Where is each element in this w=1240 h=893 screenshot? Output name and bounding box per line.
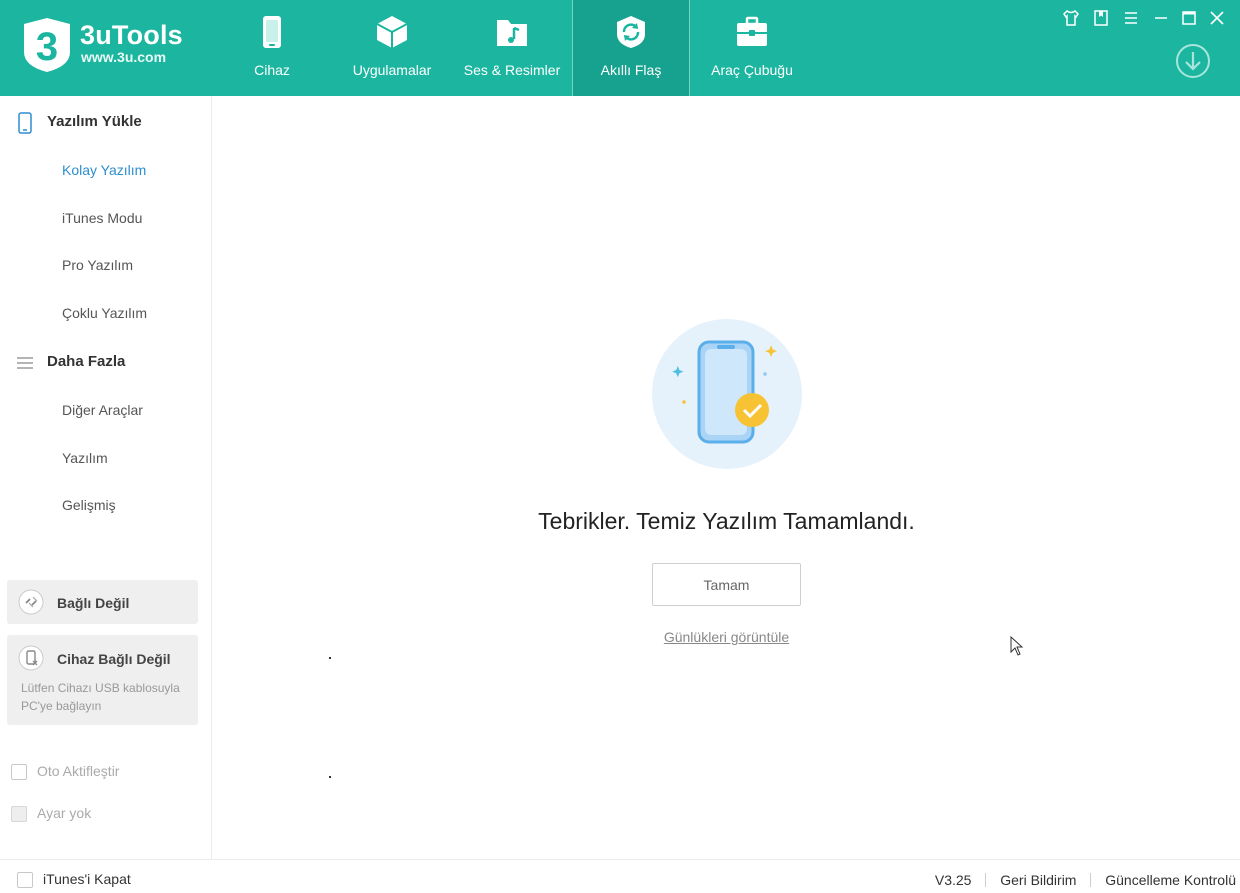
close-icon[interactable]	[1206, 7, 1228, 29]
version-text: V3.25	[934, 872, 972, 888]
device-status-card: Cihaz Bağlı Değil Lütfen Cihazı USB kabl…	[7, 635, 198, 725]
sidebar-item-diger-araclar[interactable]: Diğer Araçlar	[62, 402, 143, 418]
download-icon[interactable]	[1175, 43, 1211, 79]
list-icon	[17, 357, 33, 369]
flash-refresh-icon	[617, 16, 645, 48]
bookmark-icon[interactable]	[1090, 7, 1112, 29]
sidebar-item-kolay-yazilim[interactable]: Kolay Yazılım	[62, 162, 146, 178]
maximize-icon[interactable]	[1178, 7, 1200, 29]
sidebar-item-pro-yazilim[interactable]: Pro Yazılım	[62, 257, 133, 273]
section-yazilim-yukle[interactable]: Yazılım Yükle	[0, 102, 212, 142]
no-settings-checkbox[interactable]	[11, 806, 27, 822]
auto-activate-label: Oto Aktifleştir	[37, 763, 120, 779]
svg-text:3: 3	[36, 25, 58, 69]
device-status-title: Cihaz Bağlı Değil	[57, 651, 171, 667]
logo-name: 3uTools	[80, 20, 183, 50]
skin-shirt-icon[interactable]	[1060, 7, 1082, 29]
main-content: Tebrikler. Temiz Yazılım Tamamlandı. Tam…	[213, 96, 1240, 859]
artifact-dot	[329, 776, 331, 778]
footer-links: V3.25 Geri Bildirim Güncelleme Kontrolü	[935, 872, 1236, 888]
media-folder-icon	[497, 20, 527, 46]
logo-url: www.3u.com	[81, 49, 167, 65]
view-logs-link[interactable]: Günlükleri görüntüle	[664, 629, 789, 645]
device-status-desc: Lütfen Cihazı USB kablosuyla PC'ye bağla…	[21, 681, 180, 713]
disconnected-icon	[18, 589, 44, 615]
logo-badge-icon: 3	[24, 18, 70, 72]
phone-outline-icon	[18, 112, 32, 134]
tab-label: Cihaz	[254, 62, 290, 78]
tab-akilli-flas[interactable]: Akıllı Flaş	[572, 0, 690, 96]
window-controls	[1060, 7, 1230, 29]
success-message: Tebrikler. Temiz Yazılım Tamamlandı.	[538, 508, 915, 534]
section-label: Yazılım Yükle	[47, 113, 142, 130]
sidebar-item-yazilim[interactable]: Yazılım	[62, 450, 108, 466]
tab-label: Araç Çubuğu	[711, 62, 793, 78]
update-check-link[interactable]: Güncelleme Kontrolü	[1105, 872, 1236, 888]
section-daha-fazla[interactable]: Daha Fazla	[0, 342, 212, 382]
tab-label: Ses & Resimler	[463, 62, 561, 78]
tab-label: Uygulamalar	[352, 62, 432, 78]
connection-status-card: Bağlı Değil	[7, 580, 198, 624]
device-disconnected-icon	[18, 645, 44, 671]
close-itunes-label: iTunes'i Kapat	[43, 871, 131, 887]
tab-ses-resimler[interactable]: Ses & Resimler	[453, 0, 571, 96]
divider	[985, 873, 987, 887]
artifact-dot	[329, 657, 331, 659]
tab-label: Akıllı Flaş	[600, 62, 662, 78]
sidebar: Yazılım Yükle Kolay Yazılım iTunes Modu …	[0, 96, 212, 859]
section-label: Daha Fazla	[47, 353, 126, 370]
sidebar-item-gelismis[interactable]: Gelişmiş	[62, 497, 116, 513]
minimize-icon[interactable]	[1150, 7, 1172, 29]
divider	[1090, 873, 1092, 887]
auto-activate-checkbox[interactable]	[11, 764, 27, 780]
close-itunes-checkbox[interactable]	[17, 872, 33, 888]
connection-status-text: Bağlı Değil	[57, 595, 130, 611]
tab-arac-cubugu[interactable]: Araç Çubuğu	[693, 0, 811, 96]
toolbox-icon	[737, 16, 767, 46]
ok-button[interactable]: Tamam	[652, 563, 801, 606]
feedback-link[interactable]: Geri Bildirim	[1000, 872, 1076, 888]
mouse-cursor-icon	[1010, 636, 1024, 656]
log-link-row: Günlükleri görüntüle	[213, 629, 1240, 645]
app-logo: 3 3uTools www.3u.com	[20, 16, 200, 78]
sidebar-item-coklu-yazilim[interactable]: Çoklu Yazılım	[62, 305, 147, 321]
app-header: 3 3uTools www.3u.com Cihaz Uygulamalar S…	[0, 0, 1240, 96]
phone-icon	[263, 16, 281, 48]
footer-bar: iTunes'i Kapat V3.25 Geri Bildirim Günce…	[0, 859, 1240, 893]
tab-uygulamalar[interactable]: Uygulamalar	[333, 0, 451, 96]
success-phone-illustration-icon	[652, 319, 802, 469]
sidebar-item-itunes-modu[interactable]: iTunes Modu	[62, 210, 142, 226]
tab-cihaz[interactable]: Cihaz	[213, 0, 331, 96]
apps-box-icon	[376, 16, 408, 48]
no-settings-label: Ayar yok	[37, 805, 92, 821]
menu-icon[interactable]	[1120, 7, 1142, 29]
